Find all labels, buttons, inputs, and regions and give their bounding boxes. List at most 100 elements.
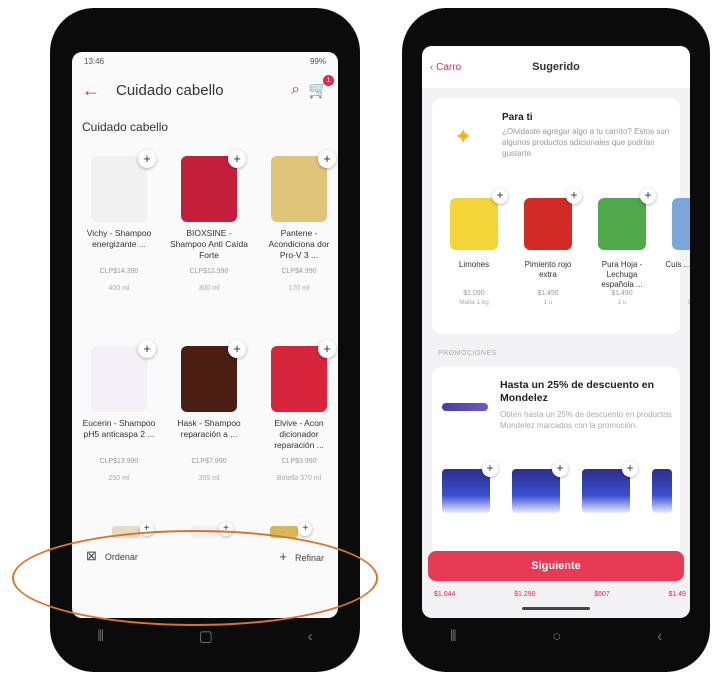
status-battery: 99% <box>309 57 326 66</box>
app-bar: ← Cuidado cabello ⌕ 🛒 1 <box>72 70 338 110</box>
brand-logo <box>442 403 488 411</box>
recents-icon[interactable]: ⦀ <box>97 628 104 645</box>
suggested-item-image[interactable]: + <box>450 188 508 250</box>
section-label: PROMOCIONES <box>438 350 497 357</box>
add-icon[interactable]: + <box>552 461 568 477</box>
suggested-item[interactable]: + Pimiento rojo extra $1.490 1 u <box>516 188 582 306</box>
add-icon[interactable]: + <box>622 461 638 477</box>
product-price: CLP$12.990 <box>189 268 229 275</box>
product-card[interactable]: + BIOXSINE - Shampoo Anti Caída Forte CLP$… <box>166 140 252 330</box>
product-name: Elvive - Acon dicionador reparación ... <box>274 418 324 450</box>
suggested-item-image[interactable]: + <box>524 188 582 250</box>
product-card[interactable]: + Hask - Shampoo reparación a ... CLP$7.99… <box>166 330 252 520</box>
suggested-item-name: Pimiento rojo extra <box>524 260 572 279</box>
suggestion-panel: ✦ Para ti ¿Olvidaste agregar algo a tu c… <box>432 98 690 334</box>
suggested-item-unit: 1 u <box>543 299 553 306</box>
suggestion-items: + Limones $1.090 Malla 1 kg + Pimiento rojo e… <box>432 188 690 306</box>
product-grid: + Vichy - Shampoo energizante ... CLP$14.3… <box>72 140 338 520</box>
suggested-item-unit: Malla 1 kg <box>459 299 489 306</box>
cart-icon[interactable]: 🛒 1 <box>308 75 334 100</box>
add-to-cart-icon[interactable]: + <box>318 340 336 358</box>
next-button[interactable]: Siguiente <box>428 551 684 581</box>
product-name: Eucerin - Shampoo pH5 anticaspa 2 ... <box>82 418 156 439</box>
suggested-item-image[interactable]: + <box>672 198 690 250</box>
product-size: 170 ml <box>288 285 310 292</box>
back-arrow-icon[interactable]: ← <box>82 80 100 101</box>
product-size: Botella 370 ml <box>276 475 322 482</box>
price-1: $1.044 <box>434 591 456 598</box>
promo-items: + + + <box>442 461 672 513</box>
back-nav-icon[interactable]: ‹ <box>308 628 313 645</box>
suggestion-description: ¿Olvidaste agregar algo a tu carrito? Es… <box>502 127 670 158</box>
add-to-cart-icon[interactable]: + <box>318 150 336 168</box>
product-image[interactable] <box>271 346 327 412</box>
add-to-cart-icon[interactable]: + <box>138 150 156 168</box>
suggested-item-price: $1.490 <box>537 290 559 297</box>
product-name: BIOXSINE - Shampoo Anti Caída Forte <box>170 228 248 260</box>
suggested-item[interactable]: + Limones $1.090 Malla 1 kg <box>442 188 508 306</box>
home-indicator <box>522 607 590 610</box>
suggested-item-price: $4. <box>664 290 690 297</box>
product-size: 250 ml <box>108 475 130 482</box>
header: ‹ Carro Sugerido <box>422 46 690 88</box>
product-name: Hask - Shampoo reparación a ... <box>177 418 241 439</box>
suggested-item[interactable]: + Pura Hoja - Lechuga española ... $1.490 1… <box>590 188 656 306</box>
add-icon[interactable]: + <box>298 522 313 536</box>
suggested-item-name: Limones <box>458 260 490 269</box>
suggested-item-name: Cuis ... C... Barra <box>665 260 690 269</box>
home-icon[interactable]: ○ <box>552 628 561 645</box>
add-icon[interactable]: + <box>640 188 656 204</box>
back-label: Carro <box>436 61 462 73</box>
add-to-cart-icon[interactable]: + <box>138 340 156 358</box>
page-title: Cuidado cabello <box>116 81 224 99</box>
add-icon[interactable]: + <box>482 461 498 477</box>
price-strip: $1.044 $1.290 $607 $1.49 <box>434 591 686 598</box>
promo-description: Obtén hasta un 25% de descuento en produ… <box>500 410 672 430</box>
product-card[interactable]: + Pantene - Acondiciona dor Pro-V 3 ... CL… <box>256 140 338 330</box>
promo-product-1[interactable]: + <box>442 461 498 513</box>
promo-product-3[interactable]: + <box>582 461 638 513</box>
suggested-item-price: $1.090 <box>463 290 485 297</box>
suggested-item[interactable]: + Cuis ... C... Barra $4. Barra <box>664 198 690 306</box>
product-price: CLP$4.990 <box>281 268 317 275</box>
product-price: CLP$14.390 <box>99 268 139 275</box>
page-title: Sugerido <box>532 61 580 73</box>
price-4: $1.49 <box>668 591 686 598</box>
price-3: $607 <box>594 591 610 598</box>
home-icon[interactable]: ▢ <box>199 627 213 645</box>
product-size: 355 ml <box>198 475 220 482</box>
promo-panel[interactable]: Hasta un 25% de descuento en Mondelez Ob… <box>432 367 680 557</box>
suggested-item-image[interactable]: + <box>598 188 656 250</box>
suggested-item-unit: Barra <box>664 299 690 306</box>
product-image[interactable] <box>181 156 237 222</box>
add-icon[interactable]: + <box>492 188 508 204</box>
recents-icon[interactable]: ⦀ <box>450 628 457 645</box>
search-icon[interactable]: ⌕ <box>291 81 300 99</box>
back-nav-icon[interactable]: ‹ <box>657 628 662 645</box>
product-card[interactable]: + Vichy - Shampoo energizante ... CLP$14.3… <box>76 140 162 330</box>
right-phone: ‹ Carro Sugerido ✦ Para ti ¿Olvidaste ag… <box>402 8 710 672</box>
product-card[interactable]: + Elvive - Acon dicionador reparación ...… <box>256 330 338 520</box>
suggestion-title: Para ti <box>502 112 533 123</box>
product-image[interactable] <box>91 346 147 412</box>
product-size: 400 ml <box>108 285 130 292</box>
product-image[interactable] <box>181 346 237 412</box>
promo-title: Hasta un 25% de descuento en Mondelez <box>500 379 655 404</box>
price-2: $1.290 <box>514 591 536 598</box>
add-icon[interactable]: + <box>566 188 582 204</box>
product-price: CLP$13.990 <box>99 458 139 465</box>
product-image[interactable] <box>271 156 327 222</box>
add-to-cart-icon[interactable]: + <box>228 340 246 358</box>
product-card[interactable]: + Eucerin - Shampoo pH5 anticaspa 2 ... CL… <box>76 330 162 520</box>
suggested-item-price: $1.490 <box>611 290 633 297</box>
promo-product-2[interactable]: + <box>512 461 568 513</box>
promo-product-4[interactable] <box>652 469 672 513</box>
add-to-cart-icon[interactable]: + <box>228 150 246 168</box>
sparkle-icon: ✦ <box>454 124 473 149</box>
product-size: 300 ml <box>198 285 220 292</box>
suggested-item-unit: 1 u <box>617 299 627 306</box>
product-price: CLP$3.990 <box>281 458 317 465</box>
product-image[interactable] <box>91 156 147 222</box>
product-name: Vichy - Shampoo energizante ... <box>86 228 152 249</box>
back-to-cart-link[interactable]: ‹ Carro <box>430 62 461 73</box>
